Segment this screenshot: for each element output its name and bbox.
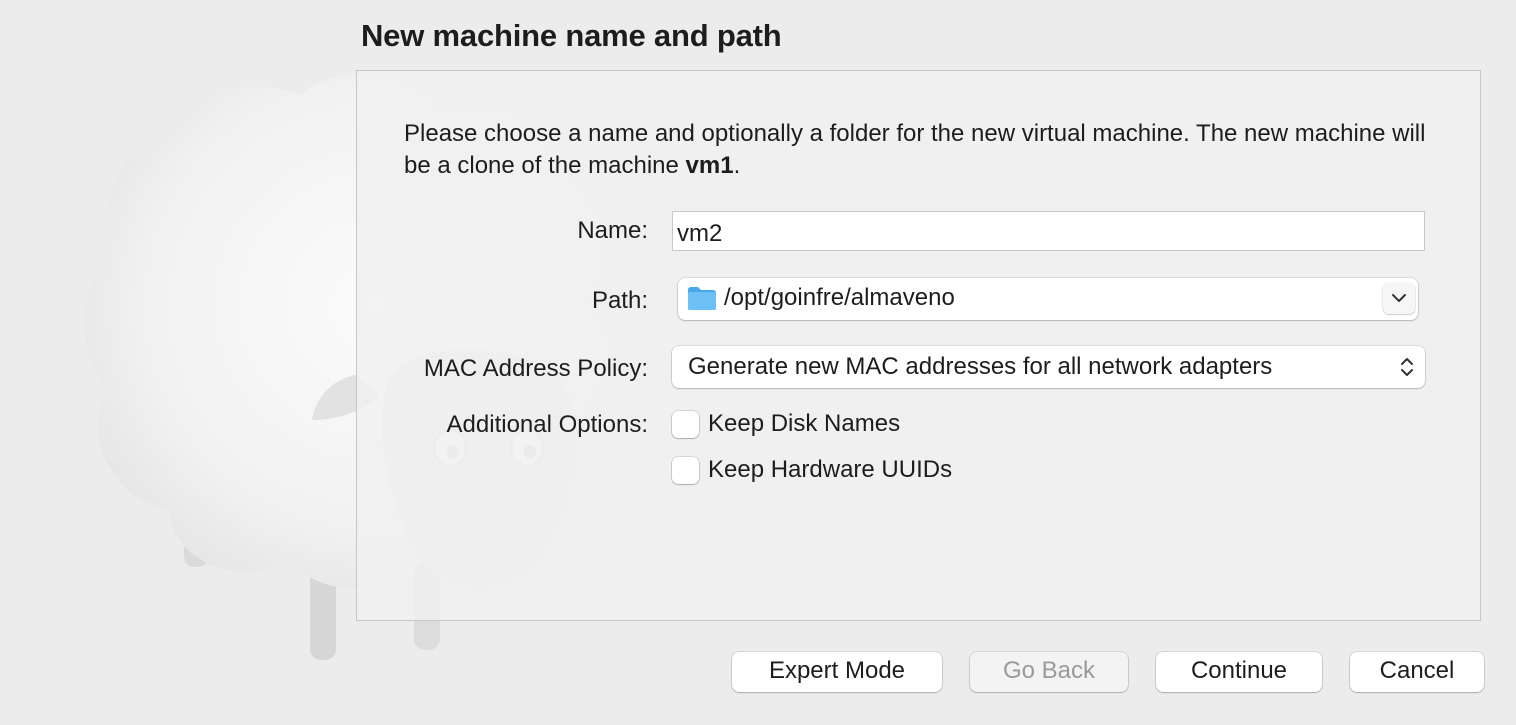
go-back-button[interactable]: Go Back <box>970 652 1128 692</box>
expert-mode-button[interactable]: Expert Mode <box>732 652 942 692</box>
cancel-button[interactable]: Cancel <box>1350 652 1484 692</box>
keep-hardware-uuids-label: Keep Hardware UUIDs <box>708 456 953 483</box>
description-text: Please choose a name and optionally a fo… <box>404 118 1434 182</box>
path-selector[interactable]: /opt/goinfre/almaveno <box>678 278 1418 320</box>
description-prefix: Please choose a name and optionally a fo… <box>404 120 1426 179</box>
chevron-down-icon[interactable] <box>1383 283 1415 314</box>
description-suffix: . <box>733 152 741 179</box>
name-label: Name: <box>577 217 648 244</box>
path-label: Path: <box>591 287 648 314</box>
mac-policy-value: Generate new MAC addresses for all netwo… <box>688 353 1273 380</box>
path-value: /opt/goinfre/almaveno <box>724 284 955 311</box>
mac-policy-label: MAC Address Policy: <box>423 355 648 382</box>
continue-button[interactable]: Continue <box>1156 652 1322 692</box>
keep-hardware-uuids-checkbox[interactable] <box>672 457 699 484</box>
updown-chevron-icon <box>1399 355 1415 379</box>
source-machine-name: vm1 <box>685 152 734 179</box>
additional-options-label: Additional Options: <box>446 411 648 438</box>
keep-disk-names-checkbox[interactable] <box>672 411 699 438</box>
folder-icon <box>687 285 717 311</box>
name-input[interactable] <box>672 211 1425 251</box>
keep-disk-names-label: Keep Disk Names <box>708 410 901 437</box>
mac-policy-select[interactable]: Generate new MAC addresses for all netwo… <box>672 346 1425 388</box>
page-title: New machine name and path <box>361 18 782 53</box>
